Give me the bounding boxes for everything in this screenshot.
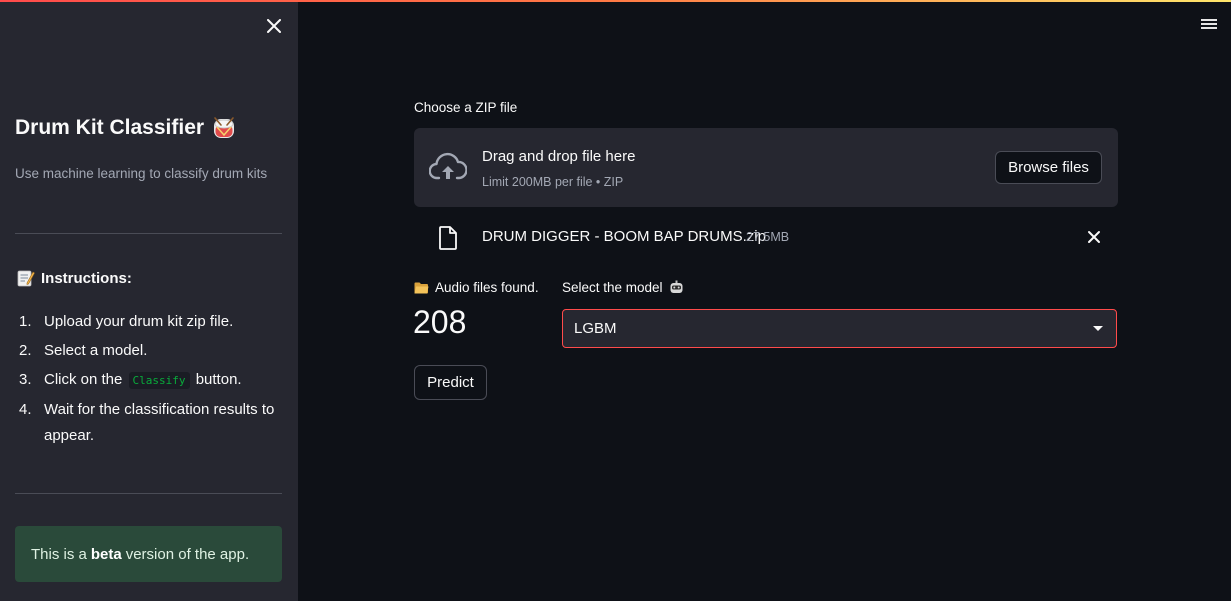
hamburger-icon [1201,23,1217,25]
list-item: 2. Select a model. [19,338,284,364]
hamburger-icon [1201,19,1217,21]
chevron-down-icon [1093,326,1103,331]
uploaded-file-size: 27.5MB [746,230,790,244]
drum-icon [212,116,236,140]
file-dropzone[interactable]: Drag and drop file here Limit 200MB per … [414,128,1118,207]
beta-notice-post: version of the app. [125,545,250,563]
beta-notice: This is a beta version of the app. [15,526,282,582]
step-text: Upload your drum kit zip file. [44,313,234,330]
beta-notice-pre: This is a [31,545,87,563]
step-text: Select a model. [44,342,148,359]
uploaded-file-row: DRUM DIGGER - BOOM BAP DRUMS.zip 27.5MB [414,220,1118,254]
app-subtitle: Use machine learning to classify drum ki… [15,166,268,181]
step-text-post: button. [195,371,242,388]
step-text: Wait for the classification results to a… [44,401,275,444]
file-icon [439,226,457,250]
dropzone-title: Drag and drop file here [482,148,636,165]
close-sidebar-button[interactable] [262,14,286,38]
model-select-label-text: Select the model [562,280,663,295]
sidebar-divider [15,493,282,494]
close-icon [1088,231,1100,243]
main-menu-button[interactable] [1199,17,1219,33]
hamburger-icon [1201,27,1217,29]
uploader-label: Choose a ZIP file [414,100,518,115]
browse-files-button[interactable]: Browse files [995,151,1102,184]
model-select-label: Select the model [562,280,684,295]
predict-button[interactable]: Predict [414,365,487,400]
step-text: Click on the Classify button. [44,367,242,394]
sidebar: Drum Kit Classifier Use machine learning… [0,0,298,601]
sidebar-divider [15,233,282,234]
metric-label-text: Audio files found. [435,280,539,295]
remove-file-button[interactable] [1084,227,1104,247]
uploaded-file-name: DRUM DIGGER - BOOM BAP DRUMS.zip [482,228,766,245]
instructions-heading-text: Instructions: [41,269,132,287]
beta-notice-bold: beta [90,545,122,563]
robot-icon [669,280,684,295]
list-item: 4. Wait for the classification results t… [19,397,284,449]
folder-icon [414,282,429,294]
step-number: 2. [19,342,32,359]
instructions-heading: Instructions: [17,269,132,287]
metric-value: 208 [413,304,467,340]
app-title-text: Drum Kit Classifier [15,116,205,139]
cloud-upload-icon [429,152,467,180]
top-decoration-bar [0,0,1231,2]
close-icon [267,19,281,33]
model-select[interactable]: LGBM [562,309,1117,348]
instructions-list: 1. Upload your drum kit zip file. 2. Sel… [19,309,284,452]
list-item: 3. Click on the Classify button. [19,367,284,394]
step-text-pre: Click on the [44,371,123,388]
step-number: 4. [19,401,32,418]
step-number: 3. [19,371,32,388]
dropzone-limit: Limit 200MB per file • ZIP [482,175,624,189]
classify-code-chip: Classify [128,372,190,389]
app-title: Drum Kit Classifier [15,116,236,140]
metric-label: Audio files found. [414,280,539,295]
list-item: 1. Upload your drum kit zip file. [19,309,284,335]
step-number: 1. [19,313,32,330]
memo-icon [17,269,35,287]
model-select-value: LGBM [574,320,617,337]
